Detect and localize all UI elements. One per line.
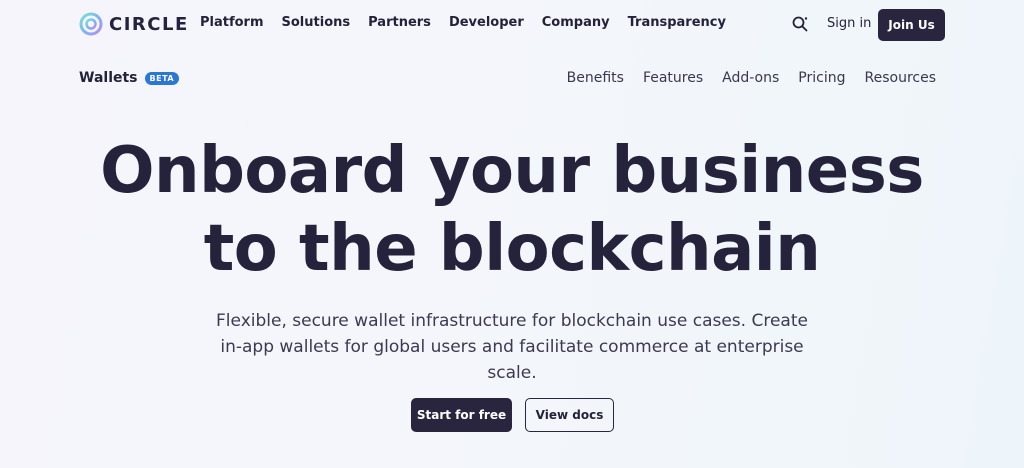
product-subnav: Wallets BETA Benefits Features Add-ons P… — [0, 60, 1024, 96]
cta-group: Start for free View docs — [411, 398, 614, 432]
product-name: Wallets — [79, 70, 138, 86]
nav-item-platform[interactable]: Platform — [200, 15, 264, 30]
view-docs-button[interactable]: View docs — [525, 398, 614, 432]
beta-badge: BETA — [144, 71, 180, 85]
sign-in-link[interactable]: Sign in — [827, 16, 871, 31]
circle-logo-icon — [79, 12, 103, 36]
nav-item-transparency[interactable]: Transparency — [628, 15, 726, 30]
nav-item-developer[interactable]: Developer — [449, 15, 524, 30]
subnav-item-add-ons[interactable]: Add-ons — [722, 70, 779, 86]
nav-item-solutions[interactable]: Solutions — [282, 15, 351, 30]
subnav-item-pricing[interactable]: Pricing — [798, 70, 845, 86]
subnav-item-benefits[interactable]: Benefits — [567, 70, 624, 86]
product-title[interactable]: Wallets BETA — [79, 70, 180, 86]
circle-logo[interactable]: CIRCLE — [79, 12, 189, 36]
start-for-free-button[interactable]: Start for free — [411, 398, 512, 432]
nav-item-partners[interactable]: Partners — [368, 15, 431, 30]
join-us-button[interactable]: Join Us — [878, 9, 945, 41]
brand-name: CIRCLE — [109, 13, 189, 35]
hero-title-line-2: to the blockchain — [203, 212, 821, 286]
main-nav: Platform Solutions Partners Developer Co… — [200, 15, 744, 30]
hero-subtitle: Flexible, secure wallet infrastructure f… — [216, 311, 808, 383]
search-icon[interactable] — [791, 15, 809, 33]
subnav-item-resources[interactable]: Resources — [865, 70, 937, 86]
hero-title-line-1: Onboard your business — [100, 134, 924, 208]
hero-title: Onboard your business to the blockchain — [0, 132, 1024, 288]
top-navigation: CIRCLE Platform Solutions Partners Devel… — [0, 0, 1024, 50]
product-links: Benefits Features Add-ons Pricing Resour… — [548, 70, 936, 86]
nav-item-company[interactable]: Company — [542, 15, 610, 30]
subnav-item-features[interactable]: Features — [643, 70, 703, 86]
